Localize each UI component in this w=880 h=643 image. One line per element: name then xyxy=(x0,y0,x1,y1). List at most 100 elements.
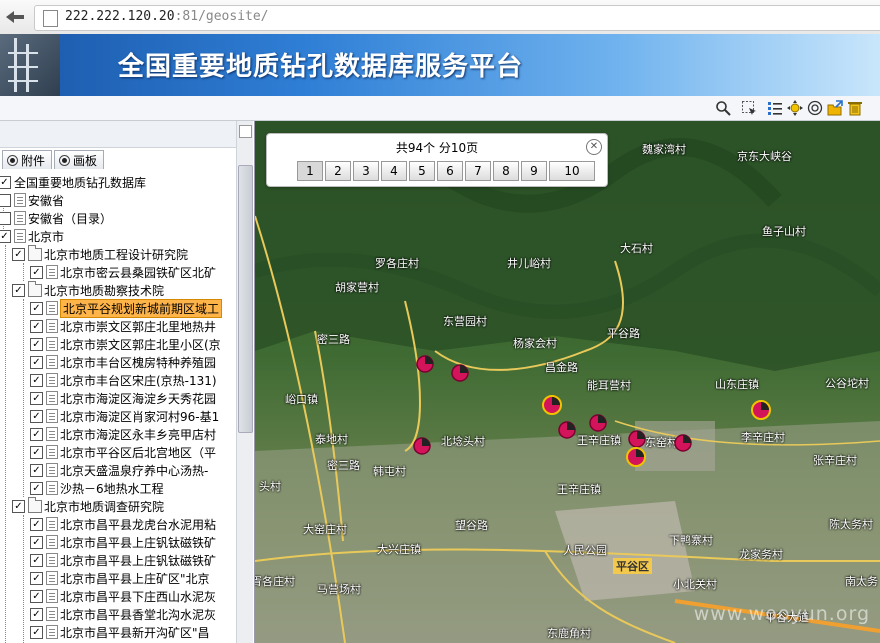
page-button-5[interactable]: 5 xyxy=(409,161,435,181)
map-label: 公谷坨村 xyxy=(825,377,869,390)
checkbox[interactable] xyxy=(0,193,11,207)
page-button-2[interactable]: 2 xyxy=(325,161,351,181)
tree-node-item[interactable]: ✓ 北京市昌平县下庄西山水泥灰 xyxy=(30,587,216,605)
tree-node-item[interactable]: ✓ 北京市昌平县香堂北沟水泥灰 xyxy=(30,605,216,623)
document-icon xyxy=(46,265,58,279)
tree-node-item[interactable]: ✓ 北京市海淀区海淀乡天秀花园 xyxy=(30,389,216,407)
sidebar-scrollbar[interactable] xyxy=(236,121,253,643)
checkbox[interactable]: ✓ xyxy=(30,355,43,369)
tree-node-item[interactable]: ✓ 北京市崇文区郭庄北里地热井 xyxy=(30,317,216,335)
checkbox[interactable]: ✓ xyxy=(30,517,43,531)
tree-node-item[interactable]: ✓ 沙热－6地热水工程 xyxy=(30,479,164,497)
tree-node-item[interactable]: ✓ 北京市海淀区永丰乡亮甲店村 xyxy=(30,425,216,443)
tree-node-item[interactable]: ✓ 北京市平谷区后北宫地区（平 xyxy=(30,443,216,461)
browser-address-bar: 222.222.120.20:81/geosite/ xyxy=(0,0,880,35)
tree-node-root[interactable]: ✓ 全国重要地质钻孔数据库 xyxy=(0,173,146,191)
tree-label: 北京市地质工程设计研究院 xyxy=(44,247,189,262)
checkbox[interactable]: ✓ xyxy=(30,553,43,567)
tree-node-item[interactable]: ✓ 北京市丰台区宋庄(京热-131) xyxy=(30,371,217,389)
map-label: 罗各庄村 xyxy=(375,257,419,270)
drilling-rig-logo xyxy=(0,34,60,96)
map-label: 密三路 xyxy=(317,333,350,346)
tree-node-anhui-dir[interactable]: 安徽省（目录） xyxy=(0,209,112,227)
tree-node-item[interactable]: ✓ 北京天盛温泉疗养中心汤热- xyxy=(30,461,208,479)
tree-label: 北京市昌平县上庄钒钛磁铁矿 xyxy=(60,535,217,550)
search-icon[interactable] xyxy=(714,99,732,117)
map-label: 杨家会村 xyxy=(513,337,557,350)
url-field[interactable]: 222.222.120.20:81/geosite/ xyxy=(34,5,880,31)
checkbox[interactable]: ✓ xyxy=(0,175,11,189)
tree-node-item[interactable]: ✓ 北京市丰台区槐房特种养殖园 xyxy=(30,353,216,371)
tree-node-item[interactable]: ✓ 北京市崇文区郭庄北里小区(京 xyxy=(30,335,221,353)
checkbox[interactable]: ✓ xyxy=(30,265,43,279)
map-label: 望谷路 xyxy=(455,519,488,532)
tree-node-org[interactable]: ✓ 北京市地质调查研究院 xyxy=(12,496,164,515)
checkbox[interactable]: ✓ xyxy=(30,391,43,405)
checkbox[interactable]: ✓ xyxy=(30,373,43,387)
layer-tree: ✓ 全国重要地质钻孔数据库 安徽省 安徽省（目录） ✓ 北京市 ✓ 北京市地质工程设计… xyxy=(0,173,236,643)
close-icon[interactable]: ✕ xyxy=(586,139,602,155)
tree-node-item[interactable]: ✓ 北京市海淀区肖家河村96-基1 xyxy=(30,407,219,425)
checkbox[interactable]: ✓ xyxy=(30,319,43,333)
tree-node-org[interactable]: ✓ 北京市地质勘察技术院 xyxy=(12,280,164,299)
zoom-full-icon[interactable] xyxy=(806,99,824,117)
url-text[interactable]: 222.222.120.20:81/geosite/ xyxy=(65,9,269,24)
back-arrow-icon[interactable] xyxy=(4,9,28,25)
map-label: 李辛庄村 xyxy=(741,431,785,444)
satellite-map[interactable]: 魏家湾村 京东大峡谷 鱼子山村 大石村 罗各庄村 井儿峪村 胡家营村 东营园村 … xyxy=(255,121,880,643)
pan-icon[interactable] xyxy=(786,99,804,117)
page-button-4[interactable]: 4 xyxy=(381,161,407,181)
page-button-8[interactable]: 8 xyxy=(493,161,519,181)
scroll-up-icon[interactable] xyxy=(239,125,252,138)
checkbox[interactable]: ✓ xyxy=(30,535,43,549)
tree-node-item-selected[interactable]: ✓ 北京平谷规划新城前期区域工 xyxy=(30,298,223,318)
document-icon xyxy=(46,301,58,315)
tree-node-item[interactable]: ✓ 北京市昌平县上庄钒钛磁铁矿 xyxy=(30,551,216,569)
document-icon xyxy=(46,391,58,405)
tree-node-item[interactable]: ✓ 北京市密云县桑园铁矿区北矿 xyxy=(30,263,216,281)
checkbox[interactable]: ✓ xyxy=(30,463,43,477)
page-button-6[interactable]: 6 xyxy=(437,161,463,181)
tree-node-item[interactable]: ✓ 北京市昌平县新开沟矿区"昌 xyxy=(30,623,210,641)
tree-label: 北京市 xyxy=(28,229,65,244)
checkbox[interactable]: ✓ xyxy=(30,625,43,639)
checkbox[interactable]: ✓ xyxy=(30,337,43,351)
tree-node-item[interactable]: ✓ 北京市昌平县上庄钒钛磁铁矿 xyxy=(30,533,216,551)
tree-node-anhui[interactable]: 安徽省 xyxy=(0,191,64,209)
map-label: 张辛庄村 xyxy=(813,454,857,467)
checkbox[interactable]: ✓ xyxy=(30,607,43,621)
tree-node-item[interactable]: ✓ 北京市昌平县龙虎台水泥用粘 xyxy=(30,515,216,533)
checkbox[interactable]: ✓ xyxy=(30,589,43,603)
scroll-thumb[interactable] xyxy=(238,165,253,433)
tree-node-beijing[interactable]: ✓ 北京市 xyxy=(0,227,64,245)
tab-attachments[interactable]: 附件 xyxy=(2,150,53,169)
checkbox[interactable] xyxy=(0,211,11,225)
checkbox[interactable]: ✓ xyxy=(30,481,43,495)
page-button-1[interactable]: 1 xyxy=(297,161,323,181)
map-label: 小北关村 xyxy=(673,578,717,591)
checkbox[interactable]: ✓ xyxy=(0,229,11,243)
tree-node-item[interactable]: ✓ 北京市昌平县上庄矿区"北京 xyxy=(30,569,210,587)
checkbox[interactable]: ✓ xyxy=(30,427,43,441)
page-button-9[interactable]: 9 xyxy=(521,161,547,181)
document-icon xyxy=(46,553,58,567)
radio-icon xyxy=(59,154,70,166)
tab-drawing-board[interactable]: 画板 xyxy=(54,150,105,169)
tree-node-org[interactable]: ✓ 北京市地质工程设计研究院 xyxy=(12,244,189,263)
checkbox[interactable]: ✓ xyxy=(30,301,43,315)
checkbox[interactable]: ✓ xyxy=(30,571,43,585)
list-icon[interactable] xyxy=(766,99,784,117)
clear-icon[interactable] xyxy=(846,99,864,117)
checkbox[interactable]: ✓ xyxy=(12,247,25,261)
select-area-icon[interactable] xyxy=(740,99,758,117)
page-button-7[interactable]: 7 xyxy=(465,161,491,181)
map-imagery xyxy=(255,121,880,643)
page-button-3[interactable]: 3 xyxy=(353,161,379,181)
export-icon[interactable] xyxy=(826,99,844,117)
checkbox[interactable]: ✓ xyxy=(30,445,43,459)
tab-label: 附件 xyxy=(21,153,46,168)
checkbox[interactable]: ✓ xyxy=(30,409,43,423)
page-button-10[interactable]: 10 xyxy=(549,161,595,181)
checkbox[interactable]: ✓ xyxy=(12,283,25,297)
checkbox[interactable]: ✓ xyxy=(12,499,25,513)
